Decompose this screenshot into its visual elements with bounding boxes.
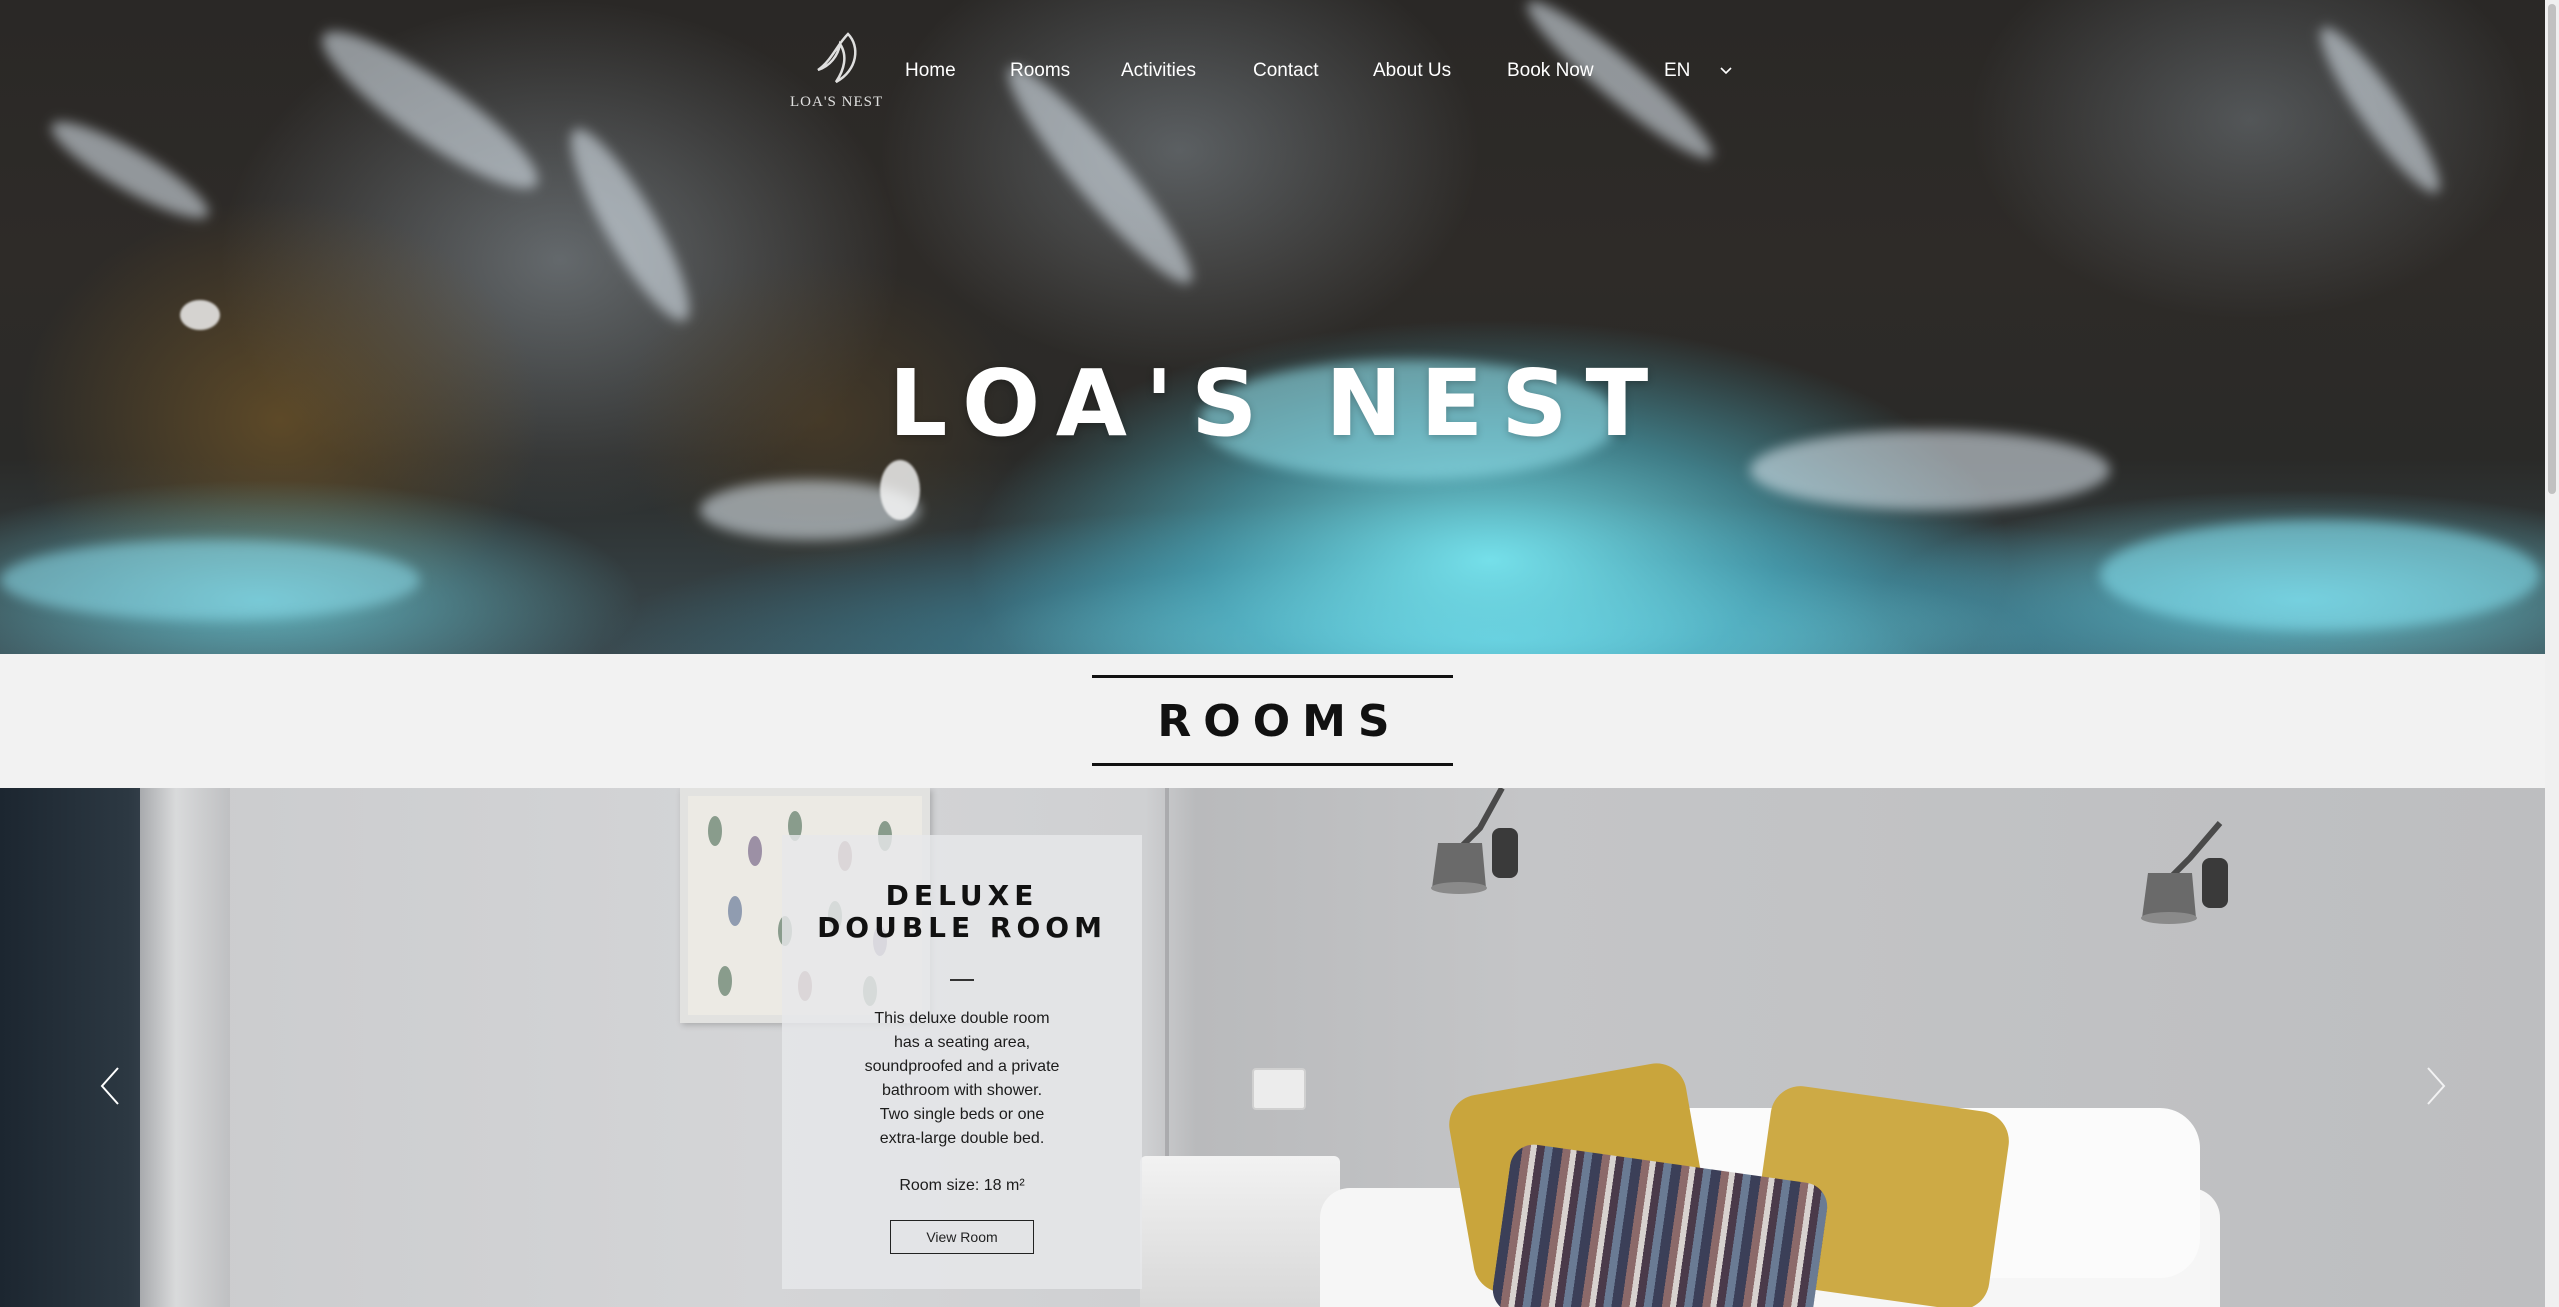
wall-lamp-left xyxy=(1431,788,1518,894)
room-size: Room size: 18 m² xyxy=(899,1177,1025,1194)
room-info-card: DELUXE DOUBLE ROOM This deluxe double ro… xyxy=(782,835,1142,1289)
page-scrollbar[interactable] xyxy=(2545,0,2559,1307)
room-description: This deluxe double room has a seating ar… xyxy=(864,1010,1060,1147)
chevron-right-icon[interactable] xyxy=(2420,1064,2450,1108)
nav-book-now[interactable]: Book Now xyxy=(1507,60,1594,82)
nav-about-us[interactable]: About Us xyxy=(1373,60,1451,82)
language-selector[interactable]: EN xyxy=(1664,60,1732,82)
site-logo[interactable]: LOA'S NEST xyxy=(790,30,890,120)
nav-home[interactable]: Home xyxy=(905,60,956,82)
logo-text: LOA'S NEST xyxy=(790,94,884,110)
language-label: EN xyxy=(1664,60,1691,81)
rooms-bottom-rule xyxy=(1092,763,1453,766)
nav-contact[interactable]: Contact xyxy=(1253,60,1318,82)
scrollbar-thumb[interactable] xyxy=(2548,4,2556,494)
nav-rooms[interactable]: Rooms xyxy=(1010,60,1070,82)
card-divider xyxy=(950,979,974,981)
wall-lamp-right xyxy=(2141,821,2228,924)
chevron-down-icon xyxy=(1720,67,1732,75)
rooms-top-rule xyxy=(1092,675,1453,678)
view-room-button[interactable]: View Room xyxy=(890,1220,1034,1254)
chevron-left-icon[interactable] xyxy=(96,1064,126,1108)
bird-logo-icon xyxy=(817,32,857,84)
hero-banner xyxy=(0,0,2545,654)
room-photo-wardrobe xyxy=(0,788,160,1307)
rooms-heading: ROOMS xyxy=(1157,696,1402,747)
hero-title: LOA'S NEST xyxy=(888,350,1667,457)
room-slideshow xyxy=(0,788,2545,1307)
nav-activities[interactable]: Activities xyxy=(1121,60,1196,82)
rooms-header: ROOMS xyxy=(0,654,2545,788)
room-title: DELUXE DOUBLE ROOM xyxy=(817,879,1107,944)
